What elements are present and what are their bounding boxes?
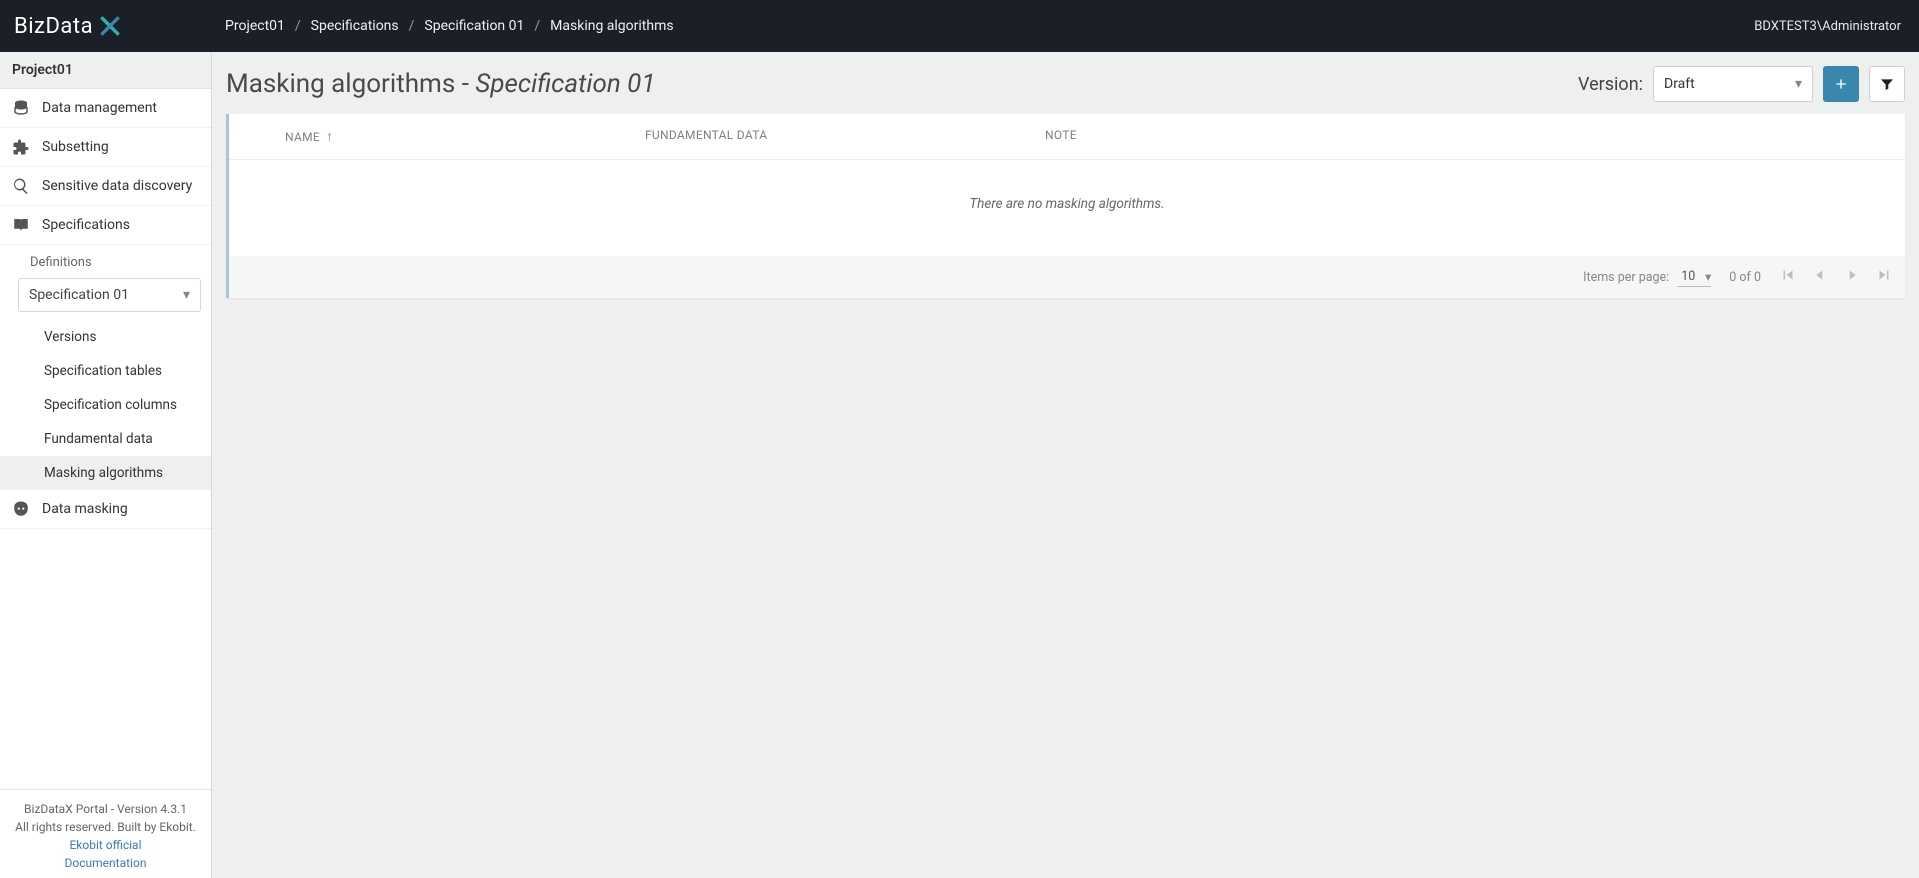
sidebar-item-label: Data management [42, 100, 157, 116]
sidebar-subitem-spec-columns[interactable]: Specification columns [0, 388, 211, 422]
sidebar-item-label: Specifications [42, 217, 130, 233]
items-per-page: Items per page: 10 ▾ [1583, 267, 1711, 287]
mask-icon [12, 500, 30, 518]
sidebar-item-label: Subsetting [42, 139, 109, 155]
column-header-fundamental-data[interactable]: FUNDAMENTAL DATA [645, 128, 1045, 145]
sidebar-subnav: Definitions Specification 01 ▾ Versions … [0, 245, 211, 490]
filter-icon [1879, 76, 1895, 92]
page-title-sep: - [455, 69, 475, 99]
chevron-down-icon: ▾ [1705, 269, 1711, 285]
next-page-button[interactable] [1843, 266, 1861, 288]
pager [1779, 266, 1893, 288]
version-select[interactable]: Draft ▾ [1653, 66, 1813, 102]
version-select-value: Draft [1664, 76, 1695, 92]
sidebar-item-label: Data masking [42, 501, 128, 517]
book-icon [12, 216, 30, 234]
breadcrumb-sep: / [534, 18, 540, 34]
sidebar-subitem-spec-tables[interactable]: Specification tables [0, 354, 211, 388]
first-page-button[interactable] [1779, 266, 1797, 288]
table-header: NAME ↑ FUNDAMENTAL DATA NOTE [229, 114, 1905, 160]
breadcrumb-item[interactable]: Specifications [311, 18, 399, 34]
sidebar: Project01 Data management Subsetting Sen… [0, 52, 212, 878]
column-header-note[interactable]: NOTE [1045, 128, 1889, 145]
version-label: Version: [1578, 74, 1643, 95]
page-range: 0 of 0 [1729, 270, 1761, 285]
last-page-button[interactable] [1875, 266, 1893, 288]
page-title-spec: Specification 01 [475, 69, 655, 99]
breadcrumb-sep: / [409, 18, 415, 34]
sidebar-subitem-masking-algorithms[interactable]: Masking algorithms [0, 456, 211, 490]
sidebar-footer: BizDataX Portal - Version 4.3.1 All righ… [0, 789, 211, 878]
spec-select-value: Specification 01 [29, 287, 129, 303]
sidebar-subhead-definitions[interactable]: Definitions [0, 245, 211, 278]
table-card: NAME ↑ FUNDAMENTAL DATA NOTE There are n… [226, 114, 1905, 298]
logo-text: BizData [14, 14, 93, 39]
breadcrumb-item[interactable]: Project01 [225, 18, 285, 34]
plus-icon [1833, 76, 1849, 92]
footer-version: BizDataX Portal - Version 4.3.1 [6, 800, 205, 818]
page-header: Masking algorithms - Specification 01 Ve… [226, 66, 1905, 102]
logo-icon [97, 13, 123, 39]
sidebar-item-label: Sensitive data discovery [42, 178, 192, 194]
prev-page-button[interactable] [1811, 266, 1829, 288]
puzzle-icon [12, 138, 30, 156]
table-empty-message: There are no masking algorithms. [229, 160, 1905, 256]
sidebar-item-specifications[interactable]: Specifications [0, 206, 211, 245]
sidebar-item-data-masking[interactable]: Data masking [0, 490, 211, 529]
logo[interactable]: BizData [10, 13, 135, 39]
page-title: Masking algorithms - Specification 01 [226, 69, 656, 99]
column-header-label: NAME [285, 130, 320, 144]
breadcrumb-item[interactable]: Specification 01 [424, 18, 524, 34]
database-icon [12, 99, 30, 117]
filter-button[interactable] [1869, 66, 1905, 102]
sidebar-subitem-versions[interactable]: Versions [0, 320, 211, 354]
footer-link-ekobit[interactable]: Ekobit official [6, 836, 205, 854]
search-icon [12, 177, 30, 195]
breadcrumb-sep: / [295, 18, 301, 34]
items-per-page-select[interactable]: 10 ▾ [1677, 267, 1711, 287]
footer-rights: All rights reserved. Built by Ekobit. [6, 818, 205, 836]
user-menu[interactable]: BDXTEST3\Administrator [1754, 19, 1901, 34]
column-header-name[interactable]: NAME ↑ [245, 128, 645, 145]
sort-asc-icon: ↑ [326, 128, 333, 145]
chevron-down-icon: ▾ [183, 287, 190, 303]
sidebar-project-title[interactable]: Project01 [0, 52, 211, 89]
breadcrumb-item[interactable]: Masking algorithms [550, 18, 673, 34]
sidebar-item-sensitive-discovery[interactable]: Sensitive data discovery [0, 167, 211, 206]
topbar: BizData Project01 / Specifications / Spe… [0, 0, 1919, 52]
main: Masking algorithms - Specification 01 Ve… [212, 52, 1919, 878]
table-footer: Items per page: 10 ▾ 0 of 0 [229, 256, 1905, 298]
chevron-down-icon: ▾ [1795, 76, 1802, 92]
page-title-main: Masking algorithms [226, 69, 455, 99]
sidebar-subitem-fundamental-data[interactable]: Fundamental data [0, 422, 211, 456]
spec-select[interactable]: Specification 01 ▾ [18, 278, 201, 312]
sidebar-item-data-management[interactable]: Data management [0, 89, 211, 128]
items-per-page-value: 10 [1681, 269, 1695, 284]
add-button[interactable] [1823, 66, 1859, 102]
sidebar-item-subsetting[interactable]: Subsetting [0, 128, 211, 167]
footer-link-docs[interactable]: Documentation [6, 854, 205, 872]
items-per-page-label: Items per page: [1583, 270, 1669, 285]
breadcrumb: Project01 / Specifications / Specificati… [225, 18, 674, 34]
